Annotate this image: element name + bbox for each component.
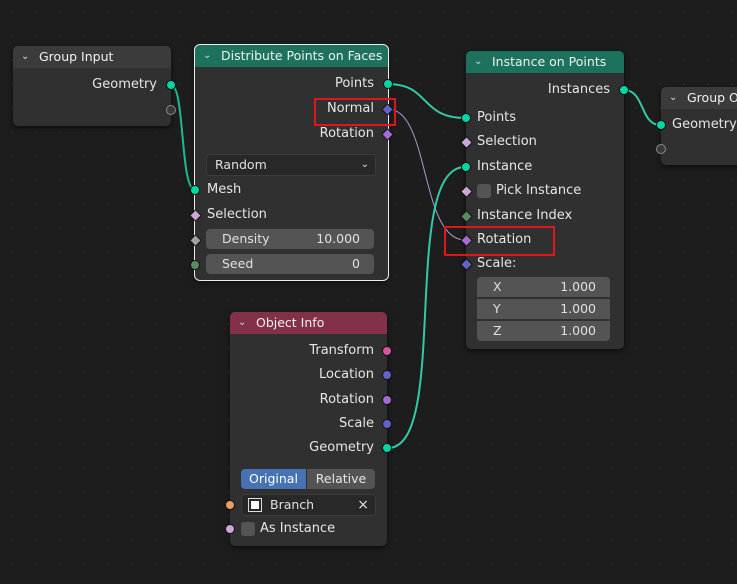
distribute-header[interactable]: ⌄ Distribute Points on Faces [195,45,388,67]
collapse-chevron-icon[interactable]: ⌄ [669,87,681,109]
socket-label-geometry: Geometry [672,117,737,132]
seed-field[interactable]: Seed 0 [206,254,374,274]
pick-instance-checkbox[interactable] [477,184,491,198]
node-title: Distribute Points on Faces [221,48,383,63]
scale-x-value: 1.000 [560,279,596,294]
normal-output-socket[interactable] [381,103,394,116]
socket-label-points: Points [477,110,517,125]
geometry-output-socket[interactable] [166,80,176,90]
group-input-node[interactable]: ⌄ Group Input Geometry [13,46,176,126]
socket-label-as-instance: As Instance [260,521,336,536]
scale-x-field[interactable]: X 1.000 [477,277,610,297]
as-instance-checkbox[interactable] [241,522,255,536]
socket-label-scale: Scale: [477,256,517,271]
group-output-node[interactable]: ⌄ Group O Geometry [656,87,737,165]
selection-input-socket[interactable] [189,209,202,222]
socket-label-instance-index: Instance Index [477,208,573,223]
location-output-socket[interactable] [382,370,392,380]
socket-label-transform: Transform [309,343,374,358]
scale-z-label: Z [493,323,502,338]
rotation-output-socket[interactable] [381,128,394,141]
collapse-chevron-icon[interactable]: ⌄ [21,46,33,68]
dropdown-value: Random [215,157,267,172]
transform-output-socket[interactable] [382,346,392,356]
seed-value: 0 [352,256,360,271]
socket-label-selection: Selection [207,207,267,222]
mesh-input-socket[interactable] [190,185,200,195]
selection-input-socket[interactable] [460,136,473,149]
instances-output-socket[interactable] [619,85,629,95]
socket-label-points: Points [334,76,374,91]
rotation-output-socket[interactable] [382,395,392,405]
object-name: Branch [270,497,315,512]
node-title: Group O [687,90,737,105]
object-input-socket[interactable] [225,500,235,510]
geometry-output-socket[interactable] [382,443,392,453]
socket-label-mesh: Mesh [207,182,242,197]
socket-label-rotation: Rotation [477,232,532,247]
chevron-down-icon: ⌄ [360,159,369,170]
relative-toggle-button[interactable]: Relative [307,469,375,489]
points-input-socket[interactable] [461,113,471,123]
density-input-socket[interactable] [189,234,202,247]
scale-z-field[interactable]: Z 1.000 [477,321,610,341]
socket-label-pick-instance: Pick Instance [496,183,582,198]
collapse-chevron-icon[interactable]: ⌄ [203,45,215,67]
density-label: Density [222,231,270,246]
distribute-method-dropdown[interactable]: Random ⌄ [206,154,376,176]
object-info-node[interactable]: ⌄ Object Info Transform Location Rotatio… [225,312,392,546]
instance-on-points-header[interactable]: ⌄ Instance on Points [466,51,624,73]
link-points-to-points [387,83,466,119]
object-cube-icon [248,498,262,512]
object-selector-field[interactable]: Branch × [241,494,376,516]
rotation-input-socket[interactable] [460,234,473,247]
instance-input-socket[interactable] [461,162,471,172]
empty-input-socket[interactable] [656,144,666,154]
original-toggle-button[interactable]: Original [241,469,306,489]
scale-z-value: 1.000 [560,323,596,338]
node-title: Object Info [256,315,325,330]
socket-label-instances: Instances [547,82,610,97]
scale-input-socket[interactable] [460,258,473,271]
link-instances-to-geometry [623,89,661,126]
socket-label-rotation: Rotation [319,392,374,407]
seed-input-socket[interactable] [190,260,200,270]
socket-label-scale: Scale [339,416,374,431]
socket-label-normal: Normal [326,101,374,116]
socket-label-location: Location [319,367,374,382]
socket-label-geometry: Geometry [92,77,157,92]
empty-output-socket[interactable] [166,105,176,115]
geometry-input-socket[interactable] [656,120,666,130]
socket-label-geometry: Geometry [309,440,374,455]
node-title: Group Input [39,49,114,64]
socket-label-instance: Instance [477,159,533,174]
link-group-geometry-to-mesh [170,84,196,191]
distribute-points-node[interactable]: ⌄ Distribute Points on Faces Points Norm… [189,44,394,281]
socket-label-rotation: Rotation [319,126,374,141]
seed-label: Seed [222,256,254,271]
instance-index-input-socket[interactable] [460,210,473,223]
points-output-socket[interactable] [383,79,393,89]
collapse-chevron-icon[interactable]: ⌄ [474,51,486,73]
density-field[interactable]: Density 10.000 [206,229,374,249]
density-value: 10.000 [316,231,360,246]
link-normal-to-rotation [387,108,466,241]
group-output-header[interactable]: ⌄ Group O [661,87,737,109]
link-geometry-to-instance [387,166,466,449]
object-info-header[interactable]: ⌄ Object Info [230,312,387,334]
scale-output-socket[interactable] [382,419,392,429]
as-instance-input-socket[interactable] [225,524,235,534]
node-title: Instance on Points [492,54,607,69]
scale-y-value: 1.000 [560,301,596,316]
scale-x-label: X [493,279,502,294]
group-input-header[interactable]: ⌄ Group Input [13,46,171,68]
pick-instance-input-socket[interactable] [460,185,473,198]
scale-y-label: Y [493,301,501,316]
clear-x-icon[interactable]: × [357,495,369,515]
collapse-chevron-icon[interactable]: ⌄ [238,312,250,334]
socket-label-selection: Selection [477,134,537,149]
instance-on-points-node[interactable]: ⌄ Instance on Points Instances Points Se… [460,51,629,349]
scale-y-field[interactable]: Y 1.000 [477,299,610,319]
